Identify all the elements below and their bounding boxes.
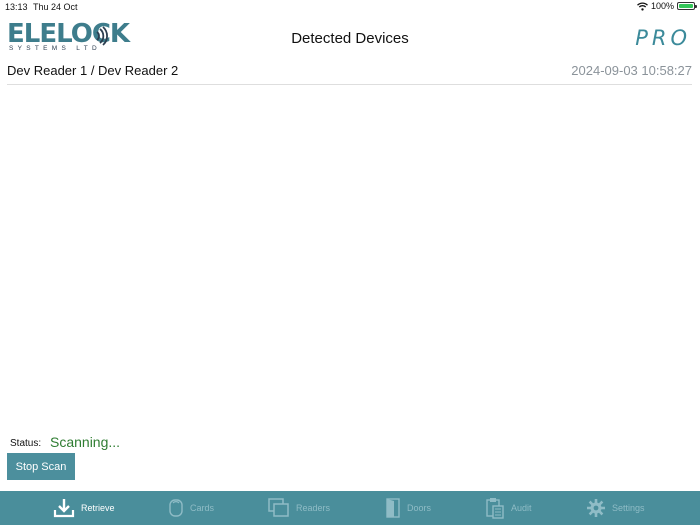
divider [7,84,692,85]
tab-settings[interactable]: Settings [586,491,645,525]
reader-timestamp: 2024-09-03 10:58:27 [571,63,692,78]
page-title: Detected Devices [291,30,409,47]
tab-cards[interactable]: Cards [168,491,214,525]
status-icons: 100% [637,1,697,11]
pro-badge: PRO [635,26,691,50]
wifi-icon [637,1,648,11]
download-tray-icon [53,499,75,518]
tab-doors[interactable]: Doors [385,491,431,525]
status-label: Status: [10,438,42,449]
status-bar: 13:13 Thu 24 Oct 100% [0,0,700,14]
tab-audit[interactable]: Audit [485,491,532,525]
status-value: Scanning... [50,434,121,450]
clock: 13:13 [5,2,28,12]
tab-label: Audit [511,503,532,513]
tab-bar: Retrieve Cards Readers Doors Audit Setti… [0,491,700,525]
tab-label: Settings [612,503,645,513]
tab-label: Cards [190,503,215,513]
tab-label: Doors [407,503,432,513]
gear-icon [587,499,605,517]
door-icon [386,498,400,518]
battery-charging-icon [677,2,697,10]
battery-percent: 100% [650,1,674,11]
tab-label: Retrieve [81,503,115,513]
date: Thu 24 Oct [33,2,78,12]
reader-names: Dev Reader 1 / Dev Reader 2 [7,63,179,78]
clipboard-icon [486,498,504,519]
stacked-windows-icon [268,498,289,517]
card-icon [169,499,183,517]
stop-scan-button[interactable]: Stop Scan [7,453,75,480]
tab-readers[interactable]: Readers [268,491,330,525]
tab-retrieve[interactable]: Retrieve [53,491,115,525]
tab-label: Readers [296,503,331,513]
